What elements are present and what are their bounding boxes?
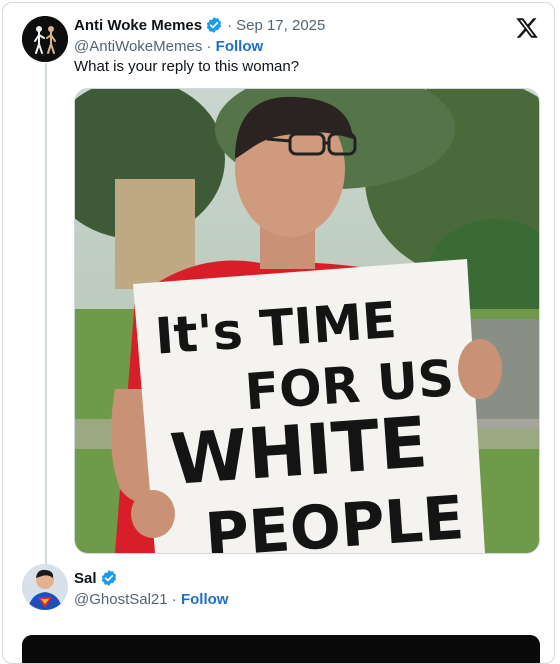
verified-badge-icon [100, 569, 118, 587]
author-row: Anti Woke Memes · Sep 17, 2025 [74, 16, 325, 34]
reply-handle-row: @GhostSal21 · Follow [74, 591, 228, 608]
thread-connector-line [45, 63, 47, 565]
post-date[interactable]: Sep 17, 2025 [236, 17, 325, 34]
x-logo-icon[interactable] [515, 16, 539, 40]
reply-avatar[interactable] [22, 564, 68, 610]
separator-dot: · [206, 38, 212, 55]
verified-badge-icon [205, 16, 223, 34]
author-avatar[interactable] [22, 16, 68, 62]
author-handle[interactable]: @AntiWokeMemes [74, 38, 202, 55]
reply-author-row: Sal [74, 569, 118, 587]
follow-link[interactable]: Follow [216, 38, 264, 55]
author-handle-row: @AntiWokeMemes · Follow [74, 38, 263, 55]
post-image[interactable]: It's TIME FOR US WHITE PEOPLE [74, 88, 540, 554]
reply-author-name[interactable]: Sal [74, 570, 97, 587]
separator-dot: · [171, 591, 177, 608]
author-name[interactable]: Anti Woke Memes [74, 17, 202, 34]
separator-dot: · [227, 16, 233, 34]
post-text: What is your reply to this woman? [74, 58, 300, 75]
tweet-embed-card: Anti Woke Memes · Sep 17, 2025 @AntiWoke… [2, 2, 555, 664]
reply-media-preview[interactable] [22, 635, 540, 663]
reply-handle[interactable]: @GhostSal21 [74, 591, 168, 608]
reply-follow-link[interactable]: Follow [181, 591, 229, 608]
